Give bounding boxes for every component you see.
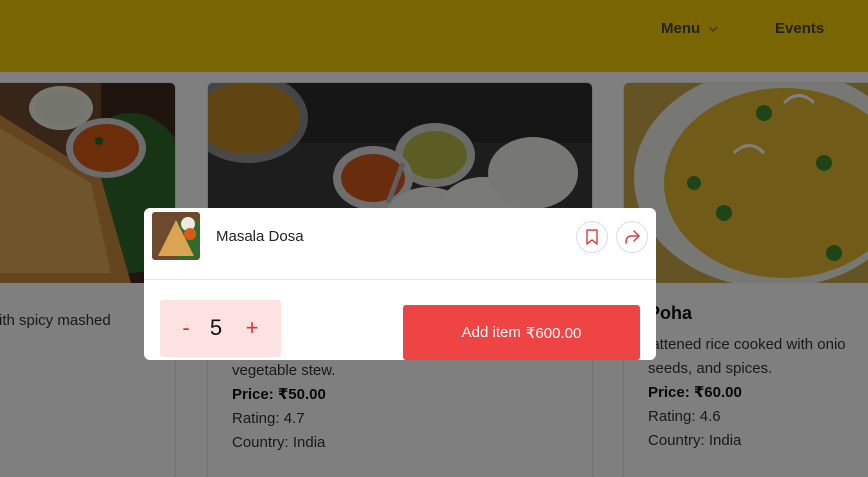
item-name: Masala Dosa — [216, 228, 304, 245]
bookmark-button[interactable] — [576, 221, 608, 253]
modal-header: Masala Dosa — [144, 208, 656, 280]
bookmark-icon — [586, 229, 598, 245]
quantity-decrement-button[interactable]: - — [176, 316, 196, 340]
item-thumbnail — [152, 212, 200, 260]
share-button[interactable] — [616, 221, 648, 253]
add-item-price: ₹600.00 — [525, 324, 582, 342]
add-item-modal: Masala Dosa - 5 + Add item ₹600.00 — [144, 208, 656, 360]
share-icon — [625, 230, 640, 244]
quantity-value: 5 — [209, 315, 223, 340]
add-item-label: Add item — [461, 324, 521, 341]
quantity-stepper: - 5 + — [160, 300, 281, 357]
quantity-increment-button[interactable]: + — [242, 316, 262, 340]
add-item-button[interactable]: Add item ₹600.00 — [403, 305, 640, 360]
